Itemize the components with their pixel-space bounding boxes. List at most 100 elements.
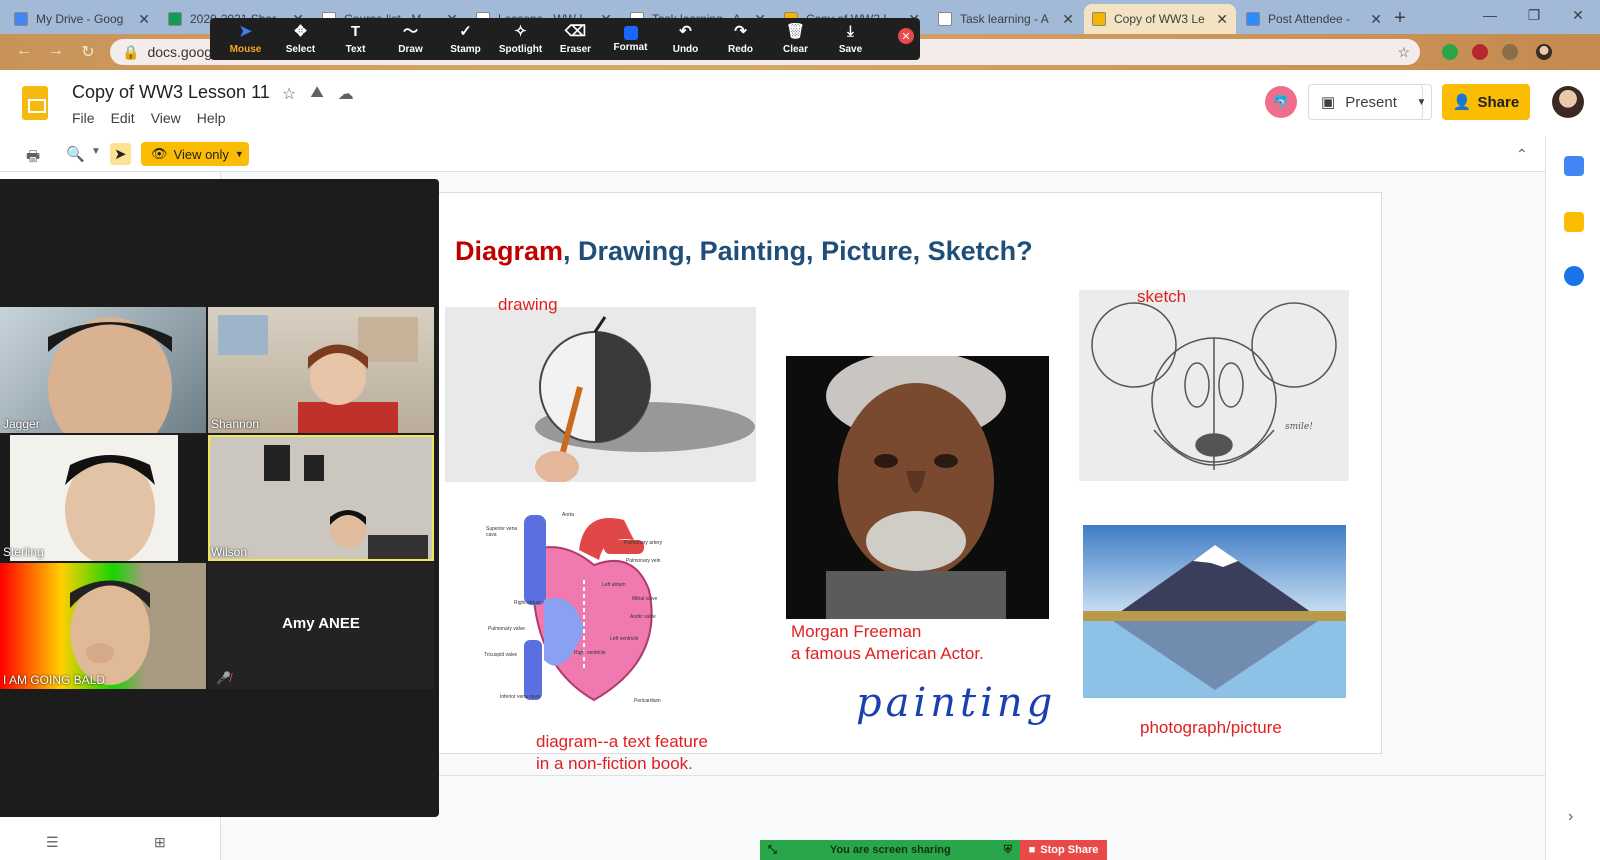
redo-tool[interactable]: ↷ Redo [713, 22, 768, 55]
menu-view[interactable]: View [151, 110, 181, 126]
forward-icon[interactable]: → [46, 42, 66, 62]
menu-file[interactable]: File [72, 110, 95, 126]
heart-part-label: Tricuspid valve [484, 652, 518, 658]
account-avatar[interactable] [1552, 86, 1584, 118]
tool-label: Text [345, 43, 366, 55]
collaborator-avatar[interactable]: 🐬 [1265, 86, 1297, 118]
tool-label: Mouse [229, 43, 262, 55]
screen-share-status: You are screen sharing [829, 844, 951, 856]
close-annotation-icon[interactable]: ✕ [898, 28, 914, 44]
ublock-extension-icon[interactable] [1472, 44, 1488, 60]
present-dropdown[interactable]: ▼ [1412, 84, 1432, 120]
tab-close-icon[interactable]: ✕ [1216, 11, 1228, 28]
format-tool[interactable]: Format [603, 24, 658, 55]
zoom-dropdown-icon[interactable]: ▼ [91, 146, 101, 157]
tab-close-icon[interactable]: ✕ [1062, 11, 1074, 28]
puzzle-extension-icon[interactable] [1502, 44, 1518, 60]
drawing-label: drawing [498, 295, 558, 314]
collapse-menus-icon[interactable]: ⌃ [1516, 146, 1528, 163]
video-tile-jagger[interactable]: Jagger [0, 307, 206, 433]
save-tool[interactable]: ⤓ Save [823, 23, 878, 55]
menu-edit[interactable]: Edit [111, 110, 135, 126]
sketch-note: smile! [1285, 422, 1313, 432]
tab-close-icon[interactable]: ✕ [1370, 11, 1382, 28]
close-window-button[interactable]: ✕ [1556, 0, 1600, 30]
slides-logo-icon[interactable] [22, 86, 48, 120]
video-tile-wilson[interactable]: Wilson [208, 435, 434, 561]
star-icon[interactable]: ☆ [282, 84, 296, 104]
heart-part-label: Pulmonary artery [624, 540, 663, 546]
video-tile-amy-anee[interactable]: Amy ANEE 🎤̸ [208, 563, 434, 689]
screen-share-status-bar[interactable]: ⤡ You are screen sharing ⛨ [760, 840, 1020, 860]
heart-part-label: Left ventricle [610, 636, 639, 642]
print-icon[interactable]: 🖶 [26, 146, 40, 171]
select-tool[interactable]: ✥ Select [273, 23, 328, 55]
tab-close-icon[interactable]: ✕ [138, 11, 150, 28]
video-tile-sterling[interactable]: Sterling [0, 435, 206, 561]
redo-tool-icon: ↷ [734, 22, 747, 40]
heart-part-label: Pulmonary valve [488, 626, 525, 632]
filmstrip-view-icon[interactable]: ☰ [46, 834, 59, 851]
tab-favicon-icon [14, 12, 28, 26]
undo-tool[interactable]: ↶ Undo [658, 22, 713, 55]
tool-label: Undo [672, 43, 699, 55]
stop-share-button[interactable]: ■ Stop Share [1020, 840, 1107, 860]
stop-icon: ■ [1028, 844, 1036, 856]
restore-button[interactable]: ❐ [1512, 0, 1556, 30]
minimize-button[interactable]: — [1468, 0, 1512, 30]
tool-label: Format [613, 41, 648, 53]
title-highlight: Diagram [455, 236, 564, 266]
heart-part-label: Left atrium [602, 582, 626, 588]
bookmark-star-icon[interactable]: ☆ [1397, 44, 1410, 61]
sketch-label: sketch [1137, 287, 1187, 306]
expand-panel-icon[interactable]: › [1568, 808, 1573, 826]
heart-part-label: Mitral valve [632, 596, 658, 602]
chevron-down-icon: ▼ [234, 149, 244, 159]
sketch-image: smile! [1079, 290, 1349, 481]
document-title[interactable]: Copy of WW3 Lesson 11 [72, 82, 270, 103]
new-tab-button[interactable]: + [1386, 4, 1414, 32]
reload-icon[interactable]: ↻ [78, 42, 98, 62]
video-tile-shannon[interactable]: Shannon [208, 307, 434, 433]
browser-tab[interactable]: Task learning - A ✕ [930, 4, 1082, 34]
menu-help[interactable]: Help [197, 110, 226, 126]
profile-avatar[interactable] [1536, 44, 1552, 60]
present-button[interactable]: ▣ Present [1308, 84, 1423, 120]
text-tool[interactable]: T Text [328, 23, 383, 55]
heart-diagram-image: Superior vena cava Aorta Pulmonary artery P… [484, 510, 684, 710]
move-to-drive-icon[interactable]: ⛰ [310, 84, 323, 104]
tasks-icon[interactable] [1564, 266, 1584, 286]
diagram-caption: diagram--a text feature in a non-fiction… [536, 731, 708, 775]
mouse-tool[interactable]: ➤ Mouse [218, 23, 273, 55]
stamp-tool[interactable]: ✓ Stamp [438, 23, 493, 55]
url-text: docs.googl [147, 44, 216, 60]
cloud-status-icon[interactable]: ☁ [338, 84, 354, 104]
present-label: Present [1345, 93, 1397, 111]
diagram-caption-line1: diagram--a text feature [536, 732, 708, 751]
security-shield-icon: ⛨ [1003, 843, 1012, 856]
heart-part-label: Inferior vena cava [500, 694, 540, 700]
zoom-extension-icon[interactable] [1442, 44, 1458, 60]
keep-icon[interactable] [1564, 212, 1584, 232]
draw-tool[interactable]: 〜 Draw [383, 23, 438, 55]
eraser-tool[interactable]: ⌫ Eraser [548, 23, 603, 55]
browser-tab[interactable]: My Drive - Goog ✕ [6, 4, 158, 34]
browser-tab[interactable]: Copy of WW3 Le ✕ [1084, 4, 1236, 34]
tool-label: Select [285, 43, 316, 55]
undo-tool-icon: ↶ [679, 22, 692, 40]
spotlight-tool[interactable]: ✧ Spotlight [493, 23, 548, 55]
browser-tab[interactable]: Post Attendee - ✕ [1238, 4, 1390, 34]
back-icon[interactable]: ← [14, 42, 34, 62]
video-tile-i-am-going-bald[interactable]: I AM GOING BALD [0, 563, 206, 689]
clear-tool[interactable]: 🗑 Clear [768, 23, 823, 55]
view-only-button[interactable]: 👁 View only ▼ [141, 142, 249, 166]
slide-title: Diagram, Drawing, Painting, Picture, Ske… [455, 236, 1033, 267]
speaker-notes-divider [430, 775, 1545, 776]
participant-name: Amy ANEE [282, 615, 360, 632]
select-pointer-icon[interactable]: ➤ [110, 143, 131, 165]
grid-view-icon[interactable]: ⊞ [154, 834, 166, 851]
portrait-caption-line1: Morgan Freeman [791, 622, 922, 641]
calendar-icon[interactable] [1564, 156, 1584, 176]
share-button[interactable]: 👤 Share [1442, 84, 1530, 120]
zoom-icon[interactable]: 🔍 [66, 145, 85, 163]
